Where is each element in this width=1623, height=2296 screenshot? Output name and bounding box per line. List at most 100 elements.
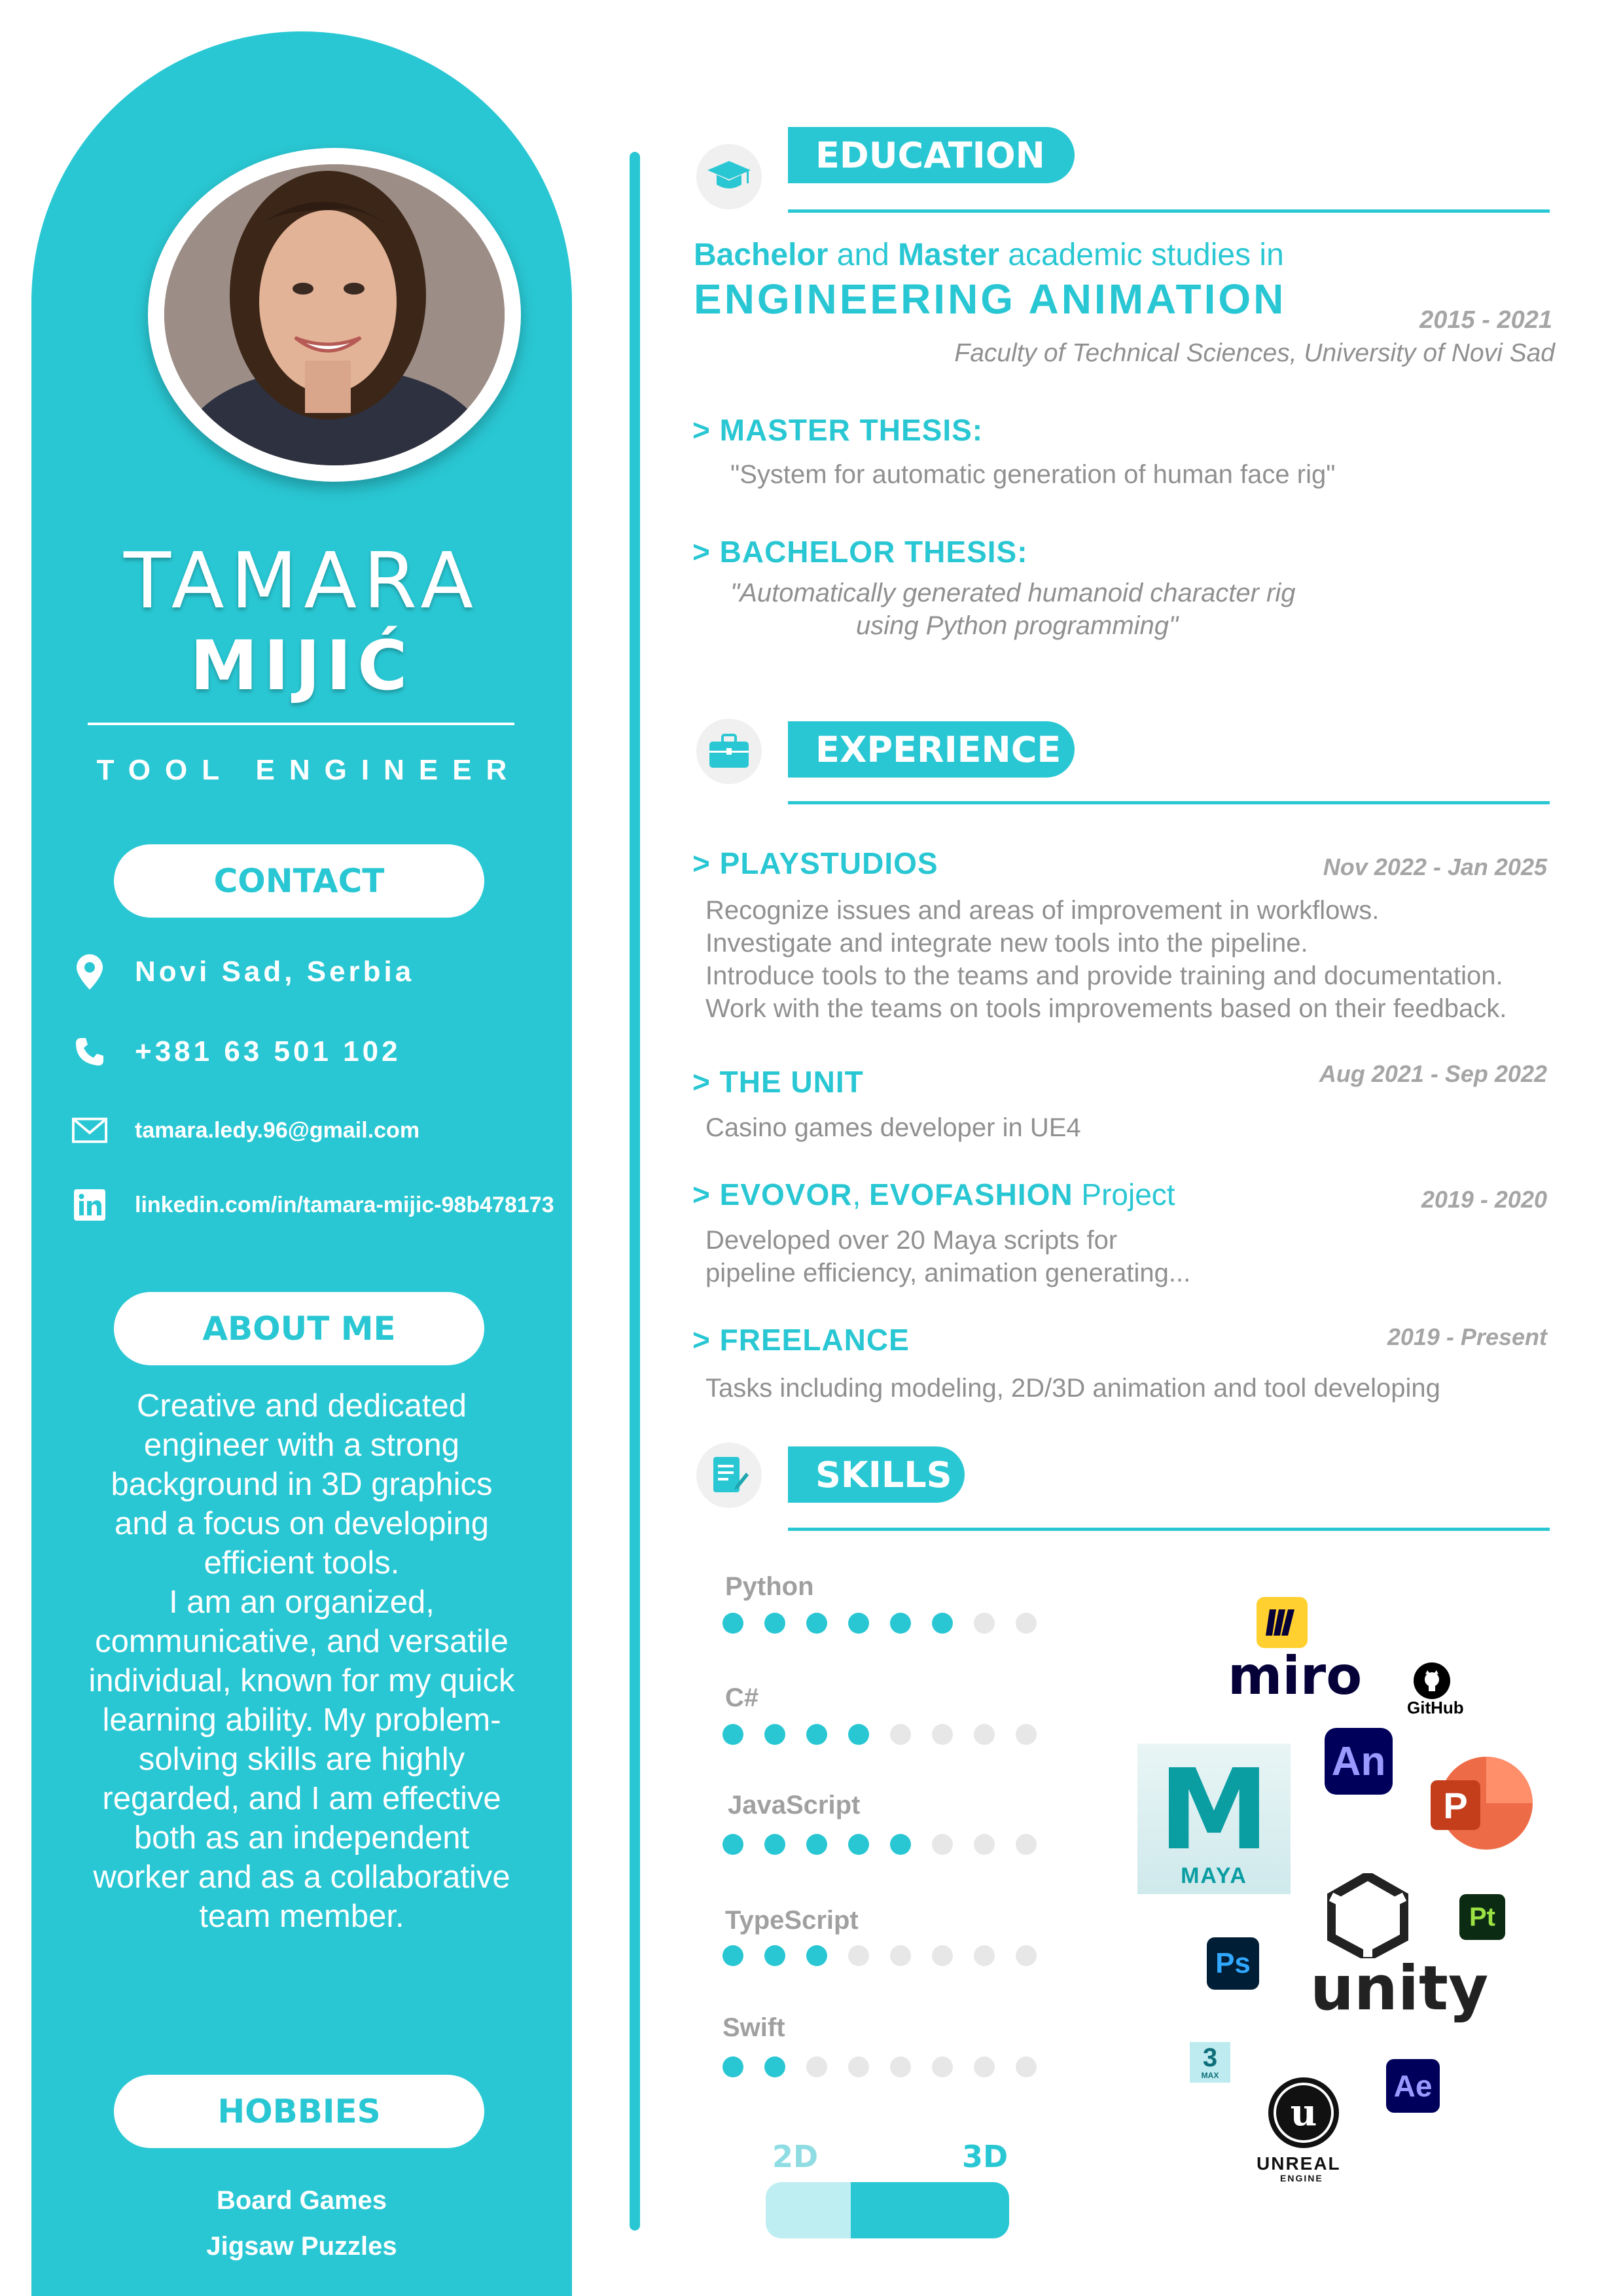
skill-dot-filled — [890, 1613, 911, 1634]
about-paragraph-1: Creative and dedicated engineer with a s… — [111, 1388, 493, 1581]
miro-logo-icon — [1257, 1597, 1308, 1648]
portrait-illustration — [164, 164, 505, 465]
hobby-item: Jigsaw Puzzles — [206, 2232, 397, 2261]
skill-level — [722, 1834, 1037, 1855]
job-company: > PLAYSTUDIOS — [692, 846, 938, 880]
unreal-logo-text: UNREAL — [1257, 2153, 1341, 2174]
degree-field: ENGINEERING ANIMATION — [694, 276, 1287, 323]
job-dates: 2019 - Present — [1387, 1323, 1547, 1350]
skill-name: Swift — [722, 2013, 785, 2042]
skill-dot-empty — [974, 1613, 995, 1634]
skill-dot-filled — [806, 1724, 827, 1745]
education-rule — [788, 209, 1550, 213]
skill-dot-empty — [1016, 1945, 1037, 1966]
skill-dot-empty — [974, 1834, 995, 1855]
photoshop-logo: Ps — [1207, 1937, 1259, 1990]
skill-dot-filled — [806, 1945, 827, 1966]
skill-dot-filled — [722, 1613, 743, 1634]
linkedin-link[interactable]: linkedin.com/in/tamara-mijic-98b478173 — [135, 1193, 554, 1218]
unity-logo-text: unity — [1310, 1953, 1489, 2024]
skill-dot-empty — [1016, 1613, 1037, 1634]
skill-name: Python — [725, 1572, 814, 1601]
education-dates: 2015 - 2021 — [1419, 306, 1552, 334]
skill-dot-filled — [890, 1834, 911, 1855]
job-dates: Nov 2022 - Jan 2025 — [1323, 853, 1547, 880]
unreal-logo-subtext: ENGINE — [1280, 2173, 1323, 2183]
skill-level — [722, 2056, 1037, 2077]
unity-cube-icon — [1327, 1873, 1408, 1958]
job-line: Introduce tools to the teams and provide… — [705, 961, 1503, 990]
job-line: Recognize issues and areas of improvemen… — [705, 896, 1380, 925]
skill-dot-filled — [764, 1945, 785, 1966]
skill-level — [722, 1724, 1037, 1745]
skill-name: JavaScript — [728, 1791, 861, 1820]
envelope-icon — [72, 1113, 107, 1148]
profile-photo — [164, 164, 505, 465]
hobby-item: Board Games — [216, 2186, 387, 2215]
powerpoint-logo: P — [1431, 1754, 1535, 1852]
last-name: MIJIĆ — [190, 626, 414, 706]
email-link[interactable]: tamara.ledy.96@gmail.com — [135, 1118, 419, 1143]
contact-heading: CONTACT — [114, 844, 484, 918]
contact-phone: +381 63 501 102 — [72, 1034, 401, 1069]
job-line: Casino games developer in UE4 — [705, 1113, 1081, 1142]
github-logo-icon — [1414, 1662, 1450, 1699]
skill-dot-filled — [806, 1834, 827, 1855]
about-paragraph-2: I am an organized, communicative, and ve… — [88, 1585, 515, 1934]
skill-dot-filled — [764, 1834, 785, 1855]
powerpoint-letter: P — [1431, 1780, 1480, 1830]
skill-dot-empty — [1016, 1724, 1037, 1745]
skill-name: TypeScript — [725, 1906, 859, 1935]
column-divider — [630, 152, 640, 2231]
3ds-max-label: MAX — [1201, 2071, 1219, 2080]
maya-logo: M MAYA — [1137, 1744, 1291, 1894]
maya-logo-text: MAYA — [1181, 1863, 1247, 1888]
about-heading: ABOUT ME — [114, 1292, 484, 1365]
location-pin-icon — [72, 954, 107, 990]
skill-dot-filled — [848, 1834, 869, 1855]
job-company: > EVOVOR, EVOFASHION Project — [692, 1177, 1175, 1212]
skill-level — [722, 1613, 1037, 1634]
location-text: Novi Sad, Serbia — [135, 956, 415, 988]
skill-dot-empty — [932, 1945, 953, 1966]
briefcase-icon — [696, 719, 762, 784]
master-thesis-title: "System for automatic generation of huma… — [730, 460, 1336, 489]
profile-photo-frame — [135, 148, 534, 482]
skill-dot-empty — [890, 1724, 911, 1745]
maya-m-glyph: M — [1158, 1746, 1270, 1875]
skill-dot-filled — [722, 1724, 743, 1745]
skill-dot-filled — [848, 1613, 869, 1634]
skill-dot-empty — [848, 2056, 869, 2077]
contact-email: tamara.ledy.96@gmail.com — [72, 1113, 419, 1148]
company-evovor: > EVOVOR — [692, 1177, 853, 1211]
skills-heading: SKILLS — [788, 1446, 965, 1503]
degree-rest: academic studies in — [999, 238, 1284, 272]
dimension-balance-bar — [766, 2182, 1009, 2238]
job-company: > FREELANCE — [692, 1323, 910, 1357]
education-heading: EDUCATION — [788, 127, 1075, 183]
skill-dot-empty — [1016, 2056, 1037, 2077]
skill-dot-empty — [890, 2056, 911, 2077]
experience-rule — [788, 801, 1550, 804]
skill-level — [722, 1945, 1037, 1966]
skill-dot-empty — [1016, 1834, 1037, 1855]
skill-dot-filled — [932, 1613, 953, 1634]
phone-icon — [72, 1034, 107, 1069]
skill-dot-empty — [806, 2056, 827, 2077]
dimension-3d-fill — [851, 2182, 1009, 2238]
skills-document-icon — [696, 1443, 762, 1508]
job-line: Developed over 20 Maya scripts for — [705, 1226, 1118, 1255]
github-logo-text: GitHub — [1407, 1698, 1464, 1717]
company-separator: , — [852, 1177, 870, 1211]
contact-location: Novi Sad, Serbia — [72, 954, 414, 990]
job-line: Investigate and integrate new tools into… — [705, 929, 1308, 958]
phone-text[interactable]: +381 63 501 102 — [135, 1035, 401, 1068]
hobbies-heading: HOBBIES — [114, 2075, 484, 2148]
skill-dot-filled — [848, 1724, 869, 1745]
bachelor-thesis-line-2: using Python programming" — [856, 611, 1179, 640]
company-project: Project — [1073, 1177, 1175, 1211]
degree-master: Master — [898, 238, 999, 272]
skill-dot-filled — [806, 1613, 827, 1634]
miro-logo-text: miro — [1228, 1645, 1363, 1706]
skill-dot-empty — [932, 2056, 953, 2077]
